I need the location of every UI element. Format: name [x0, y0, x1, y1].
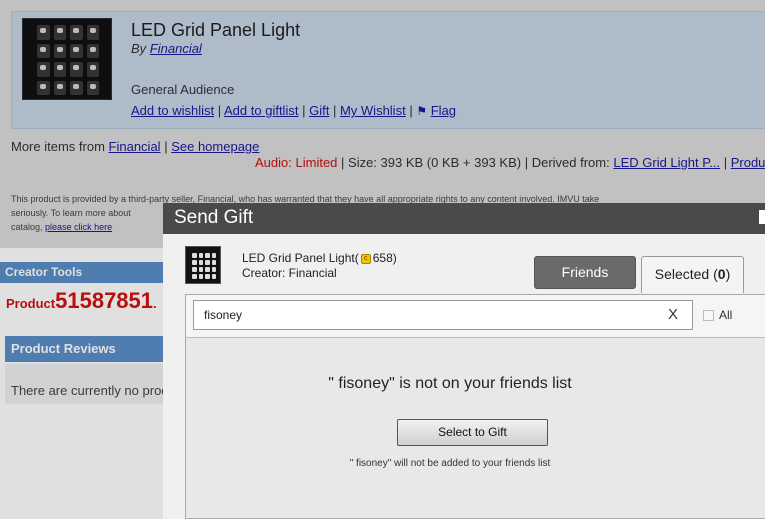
select-to-gift-button[interactable]: Select to Gift [397, 419, 548, 446]
select-all-label[interactable]: All [719, 308, 732, 322]
select-all-checkbox[interactable] [703, 310, 714, 321]
friends-panel: fisoney X All " fisoney" is not on your … [185, 294, 765, 519]
led-grid-image [192, 253, 216, 279]
dialog-body: LED Grid Panel Light(c 658) Creator: Fina… [163, 234, 765, 519]
close-icon[interactable] [759, 210, 765, 224]
gift-creator: Creator: Financial [242, 266, 337, 280]
send-gift-dialog: Send Gift LED Grid Panel Light(c 658) Cre… [163, 203, 765, 519]
tab-selected-label: Selected ( [654, 266, 718, 282]
friend-search-input[interactable]: fisoney [193, 300, 693, 330]
tab-selected[interactable]: Selected (0) [641, 256, 744, 293]
tab-selected-close: ) [725, 266, 731, 282]
search-bar: fisoney X All [186, 295, 765, 338]
gift-price: 658) [372, 251, 397, 265]
not-friend-message: " fisoney" is not on your friends list [328, 375, 572, 392]
tab-friends[interactable]: Friends [534, 256, 636, 289]
clear-search-button[interactable]: X [668, 306, 678, 323]
not-added-note: " fisoney" will not be added to your fri… [349, 458, 551, 469]
gift-name-text: LED Grid Panel Light( [242, 251, 359, 265]
gift-product-thumbnail [185, 246, 221, 284]
dialog-title: Send Gift [163, 203, 765, 234]
gift-product-name: LED Grid Panel Light(c 658) [242, 251, 397, 265]
credits-icon: c [360, 253, 371, 264]
selected-count: 0 [717, 266, 726, 282]
